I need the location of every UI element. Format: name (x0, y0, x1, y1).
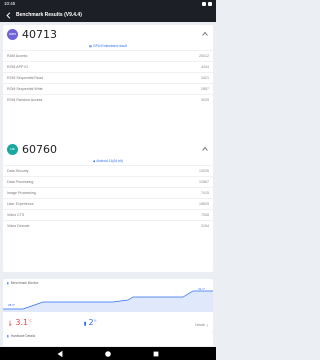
gpu-score: 40713 (22, 27, 57, 41)
status-bar: 10:45 (0, 0, 216, 8)
list-item: Video Decode 3154 (3, 220, 213, 231)
nav-back-icon[interactable] (56, 350, 64, 358)
list-item: Video CTS 7008 (3, 209, 213, 220)
temperature-chart: 28.0° 31.1° (3, 287, 213, 312)
monitor-stats: 🌡 3.1°C ▮ 2% Details (3, 317, 213, 328)
battery-icon: ▮ (83, 321, 87, 327)
hardware-details-card[interactable]: ▮ Hardware Details (3, 332, 213, 346)
gpu-badge: GPU (7, 28, 18, 40)
list-item: ROM APP IO 4444 (3, 61, 213, 72)
gpu-score-card: GPU 40713 ▦ GPU:Embedded result RAM Acce… (3, 25, 213, 142)
thermometer-icon: 🌡 (7, 321, 14, 327)
chevron-up-icon[interactable] (201, 145, 209, 153)
card1-rows: RAM Access 25412 ROM APP IO 4444 ROM Seque… (3, 50, 213, 105)
wifi-icon (202, 2, 206, 6)
battery-drop: 2% (88, 318, 97, 327)
chevron-up-icon[interactable] (201, 30, 209, 38)
hardware-title: ▮ Hardware Details (7, 334, 36, 338)
chevron-right-icon (206, 323, 209, 327)
list-item: ROM Sequential Read 3421 (3, 72, 213, 83)
android-nav-bar (0, 347, 216, 360)
ux-badge: UX (7, 143, 18, 155)
status-icons (202, 0, 212, 8)
chip-icon: ▮ (7, 334, 9, 338)
monitor-title: ▮ Benchmark Monitor (7, 281, 39, 285)
status-time: 10:45 (4, 1, 16, 6)
list-item: RAM Access 25412 (3, 50, 213, 61)
grid-icon: ▦ (89, 44, 93, 48)
page-title: Benchmark Results (V9.4.4) (16, 12, 82, 18)
score-header[interactable]: UX 60760 (3, 140, 213, 158)
temp-rise: 3.1°C (15, 318, 32, 327)
list-item: ROM Sequential Write 2857 (3, 83, 213, 94)
list-item: Image Processing 7415 (3, 187, 213, 198)
list-item: Data Security 13026 (3, 165, 213, 176)
temperature-area (3, 291, 213, 312)
list-item: User Experience 15829 (3, 198, 213, 209)
list-item: Data Processing 12867 (3, 176, 213, 187)
monitor-icon: ▮ (7, 281, 9, 285)
benchmark-monitor-card: ▮ Benchmark Monitor 28.0° 31.1° 🌡 3.1°C … (3, 279, 213, 332)
nav-recents-icon[interactable] (152, 350, 160, 358)
back-arrow-icon[interactable] (4, 11, 13, 20)
ux-hint: ◆ Android 11(64 bit) (93, 159, 123, 163)
battery-icon (208, 2, 212, 6)
card2-rows: Data Security 13026 Data Processing 12867 … (3, 165, 213, 231)
details-link[interactable]: Details (195, 323, 209, 327)
ux-score: 60760 (22, 142, 57, 156)
ux-score-card: UX 60760 ◆ Android 11(64 bit) Data Secur… (3, 140, 213, 272)
app-bar: Benchmark Results (V9.4.4) (0, 8, 216, 22)
start-temp-label: 28.0° (8, 303, 16, 307)
nav-home-icon[interactable] (104, 350, 112, 358)
gpu-hint: ▦ GPU:Embedded result (89, 44, 127, 48)
end-temp-label: 31.1° (198, 287, 206, 291)
score-header[interactable]: GPU 40713 (3, 25, 213, 43)
list-item: ROM Random Access 4029 (3, 94, 213, 105)
